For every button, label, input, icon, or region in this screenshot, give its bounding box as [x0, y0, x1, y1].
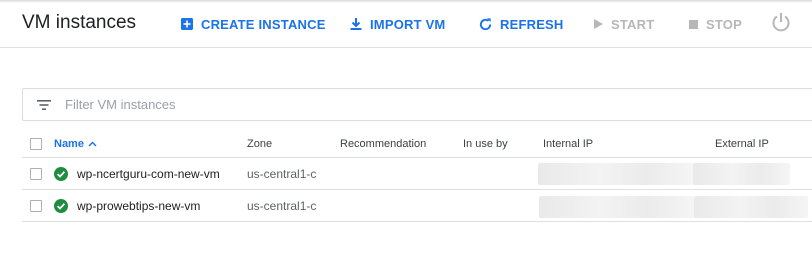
play-icon — [594, 19, 603, 29]
row-checkbox[interactable] — [30, 199, 42, 212]
redacted-internal-ip — [538, 163, 693, 185]
instance-name[interactable]: wp-prowebtips-new-vm — [77, 199, 200, 213]
table-header: Name Zone Recommendation In use by Inter… — [22, 130, 812, 158]
instance-name-cell: wp-ncertguru-com-new-vm — [54, 158, 220, 189]
filter-bar — [22, 88, 812, 121]
stop-icon — [689, 19, 698, 29]
select-all-cell — [30, 130, 42, 157]
column-header-in-use-by[interactable]: In use by — [463, 130, 508, 157]
check-circle-icon — [54, 166, 68, 181]
select-all-checkbox[interactable] — [30, 137, 42, 150]
instance-name[interactable]: wp-ncertguru-com-new-vm — [77, 167, 220, 181]
import-vm-label: IMPORT VM — [370, 16, 446, 32]
start-label: START — [611, 16, 655, 32]
row-checkbox-cell — [30, 158, 42, 189]
stop-button[interactable]: STOP — [688, 14, 742, 34]
column-header-external-ip[interactable]: External IP — [715, 130, 769, 157]
power-button[interactable] — [770, 12, 799, 32]
stop-label: STOP — [706, 16, 742, 32]
refresh-label: REFRESH — [500, 16, 564, 32]
column-header-name-label: Name — [54, 137, 84, 150]
instance-zone: us-central1-c — [247, 166, 317, 181]
filter-icon[interactable] — [37, 99, 51, 111]
redacted-external-ip — [693, 163, 790, 185]
redacted-external-ip — [694, 196, 808, 218]
row-checkbox[interactable] — [30, 167, 42, 180]
instance-zone: us-central1-c — [247, 198, 317, 213]
redacted-internal-ip — [539, 196, 694, 218]
table-row: wp-ncertguru-com-new-vm us-central1-c — [22, 158, 812, 190]
power-icon — [772, 13, 790, 32]
column-header-recommendation[interactable]: Recommendation — [340, 130, 426, 157]
page-title: VM instances — [22, 12, 137, 33]
sort-ascending-icon — [88, 141, 97, 146]
column-header-internal-ip[interactable]: Internal IP — [543, 130, 593, 157]
vm-instances-table: Name Zone Recommendation In use by Inter… — [22, 130, 812, 222]
refresh-button[interactable]: REFRESH — [478, 14, 564, 34]
row-checkbox-cell — [30, 190, 42, 221]
check-circle-icon — [54, 198, 68, 213]
table-row: wp-prowebtips-new-vm us-central1-c — [22, 190, 812, 222]
column-header-name[interactable]: Name — [54, 130, 97, 157]
download-icon — [350, 18, 362, 30]
instance-name-cell: wp-prowebtips-new-vm — [54, 190, 200, 221]
create-instance-label: CREATE INSTANCE — [201, 16, 326, 32]
create-instance-button[interactable]: CREATE INSTANCE — [180, 14, 326, 34]
start-button[interactable]: START — [592, 14, 654, 34]
filter-input[interactable] — [65, 97, 665, 112]
add-box-icon — [181, 18, 193, 30]
toolbar: VM instances CREATE INSTANCE IMPORT VM R… — [0, 0, 812, 48]
column-header-zone[interactable]: Zone — [247, 130, 272, 157]
import-vm-button[interactable]: IMPORT VM — [349, 14, 445, 34]
refresh-icon — [479, 17, 492, 30]
